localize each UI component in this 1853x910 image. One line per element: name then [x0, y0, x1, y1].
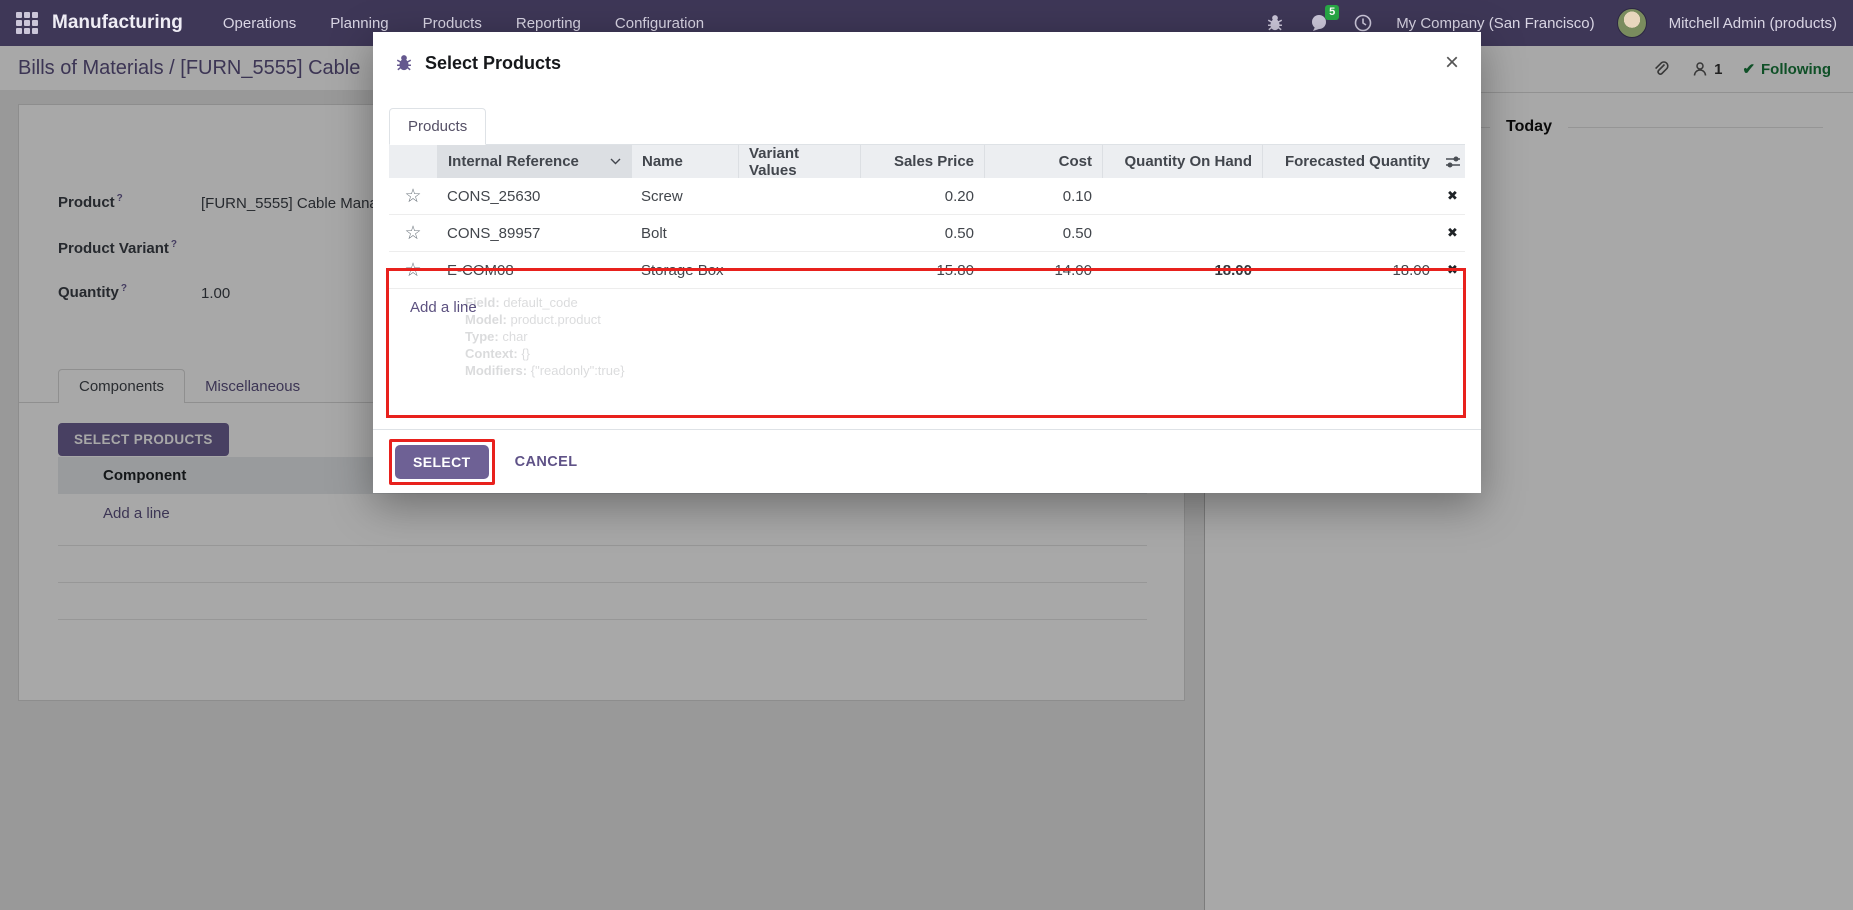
favorite-star-icon[interactable]: ☆ — [389, 222, 437, 245]
screen: Manufacturing Operations Planning Produc… — [0, 0, 1853, 910]
cancel-button[interactable]: CANCEL — [515, 454, 578, 470]
user-avatar[interactable] — [1617, 8, 1647, 38]
message-count-badge: 5 — [1325, 5, 1339, 20]
table-row[interactable]: ☆ CONS_25630 Screw 0.20 0.10 ✖ — [389, 178, 1465, 215]
app-name[interactable]: Manufacturing — [52, 12, 183, 34]
cell-name[interactable]: Bolt — [631, 225, 738, 242]
select-button[interactable]: SELECT — [395, 445, 489, 479]
dialog-footer: SELECT CANCEL — [373, 429, 1481, 493]
add-a-line-link[interactable]: Add a line — [389, 289, 1465, 325]
col-variant-values[interactable]: Variant Values — [738, 145, 860, 178]
tab-products[interactable]: Products — [389, 108, 486, 145]
remove-row-icon[interactable]: ✖ — [1440, 225, 1465, 241]
cell-cost[interactable]: 0.50 — [984, 225, 1102, 242]
menu-operations[interactable]: Operations — [223, 15, 296, 32]
cell-cost[interactable]: 14.00 — [984, 262, 1102, 279]
cell-name[interactable]: Storage Box — [631, 262, 738, 279]
menu-products[interactable]: Products — [423, 15, 482, 32]
dialog-tabs: Products — [389, 108, 1465, 145]
cell-forecasted-quantity[interactable]: 18.00 — [1262, 262, 1440, 279]
activities-clock-icon[interactable] — [1352, 12, 1374, 34]
col-internal-reference[interactable]: Internal Reference — [437, 145, 631, 178]
table-row[interactable]: ☆ CONS_89957 Bolt 0.50 0.50 ✖ — [389, 215, 1465, 252]
col-forecasted-quantity[interactable]: Forecasted Quantity — [1262, 145, 1440, 178]
debug-bug-icon[interactable] — [1264, 12, 1286, 34]
cell-sales-price[interactable]: 15.80 — [860, 262, 984, 279]
cell-internal-reference[interactable]: CONS_25630 — [437, 188, 631, 205]
col-sales-price[interactable]: Sales Price — [860, 145, 984, 178]
dialog-title: Select Products — [425, 53, 561, 74]
select-products-dialog: Select Products × Products Internal Refe… — [373, 32, 1481, 493]
menu-configuration[interactable]: Configuration — [615, 15, 704, 32]
dialog-body: Products Internal Reference Name Variant… — [373, 94, 1481, 429]
menu-planning[interactable]: Planning — [330, 15, 388, 32]
cell-cost[interactable]: 0.10 — [984, 188, 1102, 205]
favorite-star-icon[interactable]: ☆ — [389, 185, 437, 208]
user-menu[interactable]: Mitchell Admin (products) — [1669, 15, 1837, 32]
company-switcher[interactable]: My Company (San Francisco) — [1396, 15, 1594, 32]
dialog-header: Select Products × — [373, 32, 1481, 94]
favorite-star-icon[interactable]: ☆ — [389, 259, 437, 282]
debug-bug-icon — [395, 54, 413, 72]
cell-sales-price[interactable]: 0.50 — [860, 225, 984, 242]
col-cost[interactable]: Cost — [984, 145, 1102, 178]
cell-sales-price[interactable]: 0.20 — [860, 188, 984, 205]
close-icon[interactable]: × — [1445, 51, 1459, 75]
cell-internal-reference[interactable]: E-COM08 — [437, 262, 631, 279]
star-column-header — [389, 145, 437, 178]
sort-chevron-down-icon — [610, 158, 621, 165]
main-menu: Operations Planning Products Reporting C… — [223, 15, 704, 32]
menu-reporting[interactable]: Reporting — [516, 15, 581, 32]
remove-row-icon[interactable]: ✖ — [1440, 188, 1465, 204]
apps-menu-icon[interactable] — [16, 12, 38, 34]
table-row[interactable]: ☆ E-COM08 Storage Box 15.80 14.00 18.00 … — [389, 252, 1465, 289]
col-quantity-on-hand[interactable]: Quantity On Hand — [1102, 145, 1262, 178]
remove-row-icon[interactable]: ✖ — [1440, 262, 1465, 278]
messages-icon[interactable]: 5 — [1308, 12, 1330, 34]
cell-internal-reference[interactable]: CONS_89957 — [437, 225, 631, 242]
col-name[interactable]: Name — [631, 145, 738, 178]
cell-quantity-on-hand[interactable]: 18.00 — [1102, 262, 1262, 279]
cell-name[interactable]: Screw — [631, 188, 738, 205]
products-table-header: Internal Reference Name Variant Values S… — [389, 145, 1465, 178]
optional-columns-sliders-icon[interactable] — [1440, 145, 1465, 178]
